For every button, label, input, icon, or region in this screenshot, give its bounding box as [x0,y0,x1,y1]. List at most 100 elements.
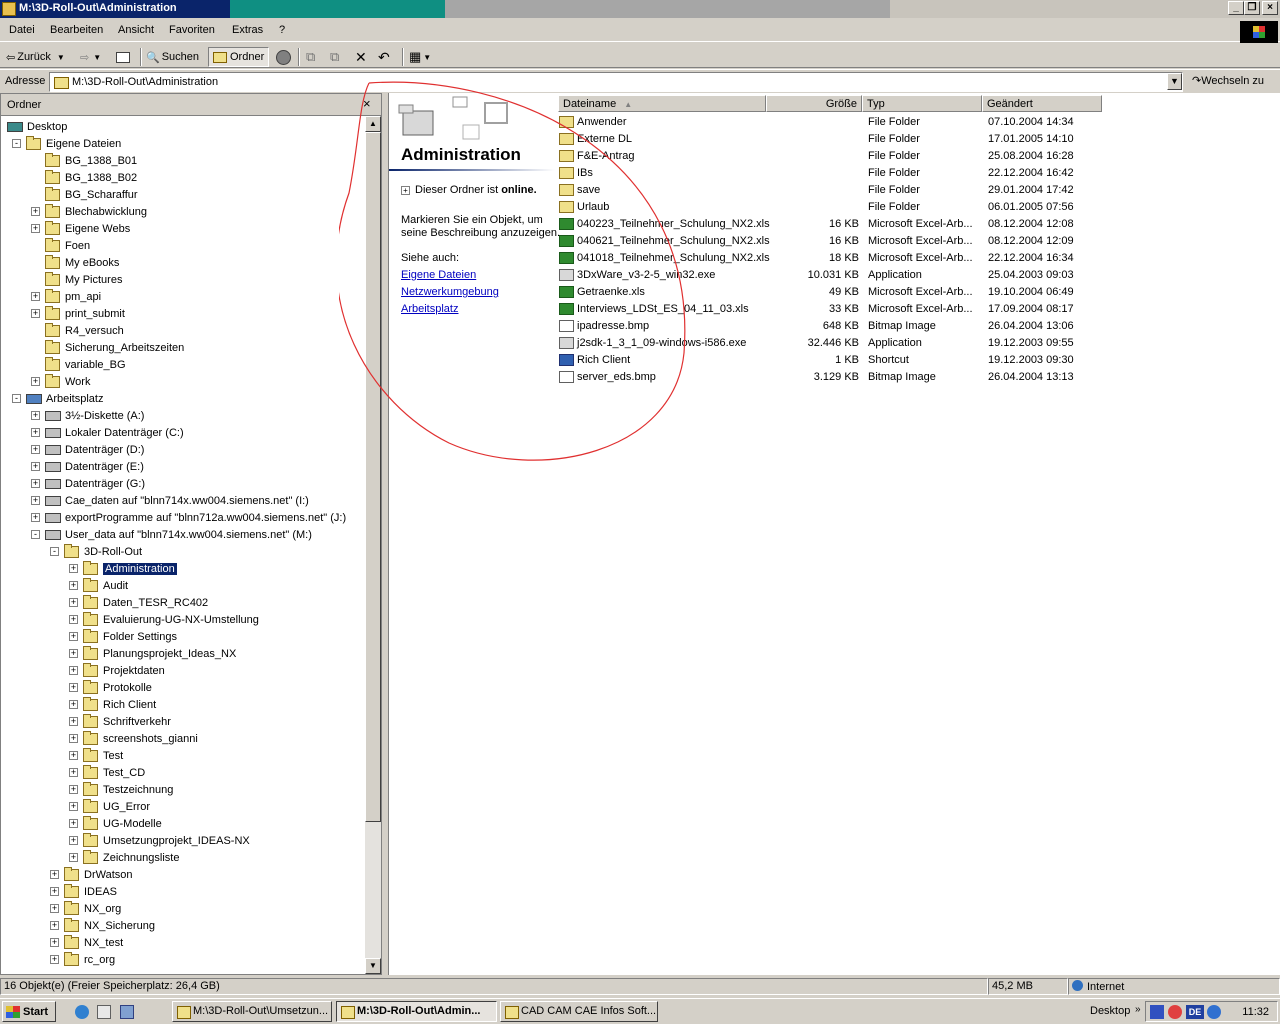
quicklaunch-ie-icon[interactable] [75,1005,89,1019]
tree-expander[interactable]: + [69,581,78,590]
tree-item[interactable]: print_submit [45,305,125,322]
menu-extras[interactable]: Extras [232,24,263,36]
tree-item[interactable]: BG_1388_B02 [45,169,137,186]
quicklaunch-outlook-icon[interactable] [97,1005,111,1019]
tree-expander[interactable]: + [50,887,59,896]
tree-item[interactable]: Lokaler Datenträger (C:) [45,424,184,441]
column-header-size[interactable]: Größe [766,95,862,112]
tree-item[interactable]: Projektdaten [83,662,165,679]
tree-item[interactable]: screenshots_gianni [83,730,198,747]
tree-item[interactable]: My Pictures [45,271,122,288]
tree-expander[interactable]: - [50,547,59,556]
desktop-toolbar-label[interactable]: Desktop [1090,1005,1130,1017]
tree-expander[interactable]: + [69,734,78,743]
tree-item[interactable]: Datenträger (G:) [45,475,145,492]
tree-expander[interactable]: + [31,513,40,522]
tree-item[interactable]: Foen [45,237,90,254]
tree-expander[interactable]: + [69,819,78,828]
delete-button[interactable]: ✕ [355,47,367,67]
start-button[interactable]: Start [2,1001,56,1022]
tree-item[interactable]: IDEAS [64,883,117,900]
tree-expander[interactable]: + [69,768,78,777]
menu-help[interactable]: ? [279,24,285,36]
views-button[interactable]: ▦ ▼ [409,47,431,67]
tree-item[interactable]: Arbeitsplatz [26,390,103,407]
tree-item[interactable]: Schriftverkehr [83,713,171,730]
taskbar-item-administration[interactable]: M:\3D-Roll-Out\Admin... [336,1001,497,1022]
column-header-modified[interactable]: Geändert [982,95,1102,112]
tree-expander[interactable]: + [69,666,78,675]
tree-item[interactable]: Rich Client [83,696,156,713]
tree-item[interactable]: Desktop [7,118,67,135]
tree-item[interactable]: 3D-Roll-Out [64,543,142,560]
tree-item[interactable]: BG_1388_B01 [45,152,137,169]
tree-item[interactable]: User_data auf "blnn714x.ww004.siemens.ne… [45,526,312,543]
tree-expander[interactable]: + [31,377,40,386]
move-to-button[interactable]: ⧉ [306,47,315,67]
tree-item[interactable]: UG-Modelle [83,815,162,832]
tree-item[interactable]: Administration [83,560,177,577]
back-button[interactable]: ⇦ Zurück ▼ [6,47,65,67]
menu-favoriten[interactable]: Favoriten [169,24,215,36]
tree-item[interactable]: Cae_daten auf "blnn714x.ww004.siemens.ne… [45,492,309,509]
tree-item[interactable]: variable_BG [45,356,126,373]
tree-expander[interactable]: - [31,530,40,539]
address-dropdown-button[interactable]: ▼ [1167,73,1182,90]
tree-expander[interactable]: + [69,683,78,692]
tree-expander[interactable]: + [69,615,78,624]
tree-item[interactable]: Daten_TESR_RC402 [83,594,208,611]
menu-datei[interactable]: Datei [9,24,35,36]
tree-item[interactable]: 3½-Diskette (A:) [45,407,144,424]
copy-to-button[interactable]: ⧉ [330,47,339,67]
close-button[interactable]: × [1262,1,1278,15]
tree-expander[interactable]: + [69,785,78,794]
tree-expander[interactable]: + [69,836,78,845]
search-button[interactable]: 🔍 Suchen [146,47,199,67]
language-indicator[interactable]: DE [1186,1005,1204,1019]
tree-item[interactable]: Sicherung_Arbeitszeiten [45,339,184,356]
forward-button[interactable]: ⇨ ▼ [80,47,101,67]
menu-bearbeiten[interactable]: Bearbeiten [50,24,103,36]
tree-item[interactable]: Datenträger (D:) [45,441,144,458]
tree-expander[interactable]: + [50,955,59,964]
tree-expander[interactable]: + [50,938,59,947]
tree-item[interactable]: rc_org [64,951,115,968]
tree-expander[interactable]: + [50,904,59,913]
tree-item[interactable]: Work [45,373,90,390]
connection-icon[interactable] [1207,1005,1221,1019]
tree-item[interactable]: Evaluierung-UG-NX-Umstellung [83,611,259,628]
tree-item[interactable]: DrWatson [64,866,133,883]
tree-expander[interactable]: + [69,853,78,862]
tree-expander[interactable]: + [31,207,40,216]
folders-button[interactable]: Ordner [208,47,270,67]
tree-item[interactable]: Eigene Dateien [26,135,121,152]
tree-expander[interactable]: + [50,921,59,930]
tree-expander[interactable]: + [31,411,40,420]
tree-item[interactable]: BG_Scharaffur [45,186,138,203]
tree-item[interactable]: Zeichnungsliste [83,849,179,866]
tree-item[interactable]: pm_api [45,288,101,305]
tree-item[interactable]: Planungsprojekt_Ideas_NX [83,645,236,662]
minimize-button[interactable]: _ [1228,1,1244,15]
tree-item[interactable]: Folder Settings [83,628,177,645]
tree-expander[interactable]: + [69,802,78,811]
tree-item[interactable]: Test_CD [83,764,145,781]
tree-expander[interactable]: + [69,717,78,726]
tree-expander[interactable]: + [31,428,40,437]
taskbar-item-umsetzung[interactable]: M:\3D-Roll-Out\Umsetzun... [172,1001,332,1022]
antivirus-icon[interactable] [1168,1005,1182,1019]
tree-expander[interactable]: + [69,751,78,760]
scroll-down-button[interactable]: ▼ [365,958,381,974]
tree-expander[interactable]: + [31,445,40,454]
history-button[interactable] [276,47,291,67]
restore-button[interactable]: ❐ [1244,1,1260,15]
tree-item[interactable]: R4_versuch [45,322,124,339]
tree-item[interactable]: My eBooks [45,254,119,271]
tree-expander[interactable]: + [31,462,40,471]
tree-item[interactable]: Protokolle [83,679,152,696]
tree-item[interactable]: Umsetzungprojekt_IDEAS-NX [83,832,250,849]
network-icon[interactable] [1150,1005,1164,1019]
tree-expander[interactable]: - [12,139,21,148]
tree-item[interactable]: UG_Error [83,798,150,815]
tree-expander[interactable]: + [50,870,59,879]
